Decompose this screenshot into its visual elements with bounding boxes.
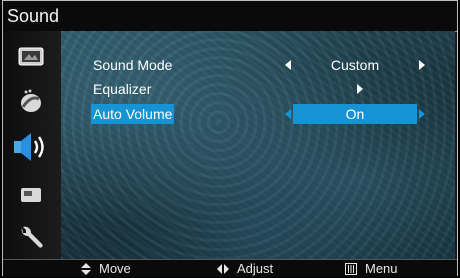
title-bar: Sound	[3, 1, 457, 32]
arrow-left-icon[interactable]	[285, 60, 291, 70]
sidebar-item-color[interactable]	[9, 83, 53, 119]
hint-adjust-label: Adjust	[237, 261, 274, 276]
hint-move-label: Move	[99, 261, 131, 276]
sidebar-item-channel[interactable]	[9, 177, 53, 213]
menu-item-equalizer[interactable]: Equalizer	[61, 79, 455, 99]
menu-item-label: Equalizer	[93, 81, 152, 97]
menu-item-auto-volume[interactable]: Auto Volume On	[61, 104, 455, 124]
arrow-right-icon[interactable]	[419, 60, 425, 70]
sidebar-item-sound[interactable]	[9, 127, 53, 167]
sidebar-item-picture[interactable]	[9, 39, 53, 75]
status-bar: Move Adjust Menu	[3, 259, 457, 277]
menu-item-value: Custom	[330, 57, 380, 73]
hint-menu: Menu	[345, 260, 398, 277]
left-right-arrow-icon	[217, 263, 229, 274]
menu-content: Sound Mode Custom Equalizer Auto Volume …	[61, 31, 455, 259]
arrow-right-icon[interactable]	[357, 84, 363, 94]
window-title: Sound	[7, 6, 60, 26]
wrench-icon	[21, 226, 43, 248]
menu-icon	[345, 262, 357, 275]
menu-item-label: Sound Mode	[93, 57, 173, 73]
value-selector[interactable]: On	[285, 104, 425, 124]
channel-icon	[21, 188, 41, 202]
menu-item-sound-mode[interactable]: Sound Mode Custom	[61, 55, 455, 75]
sidebar-item-setup[interactable]	[9, 219, 53, 255]
arrow-right-icon[interactable]	[419, 109, 425, 119]
menu-item-value: On	[345, 106, 365, 122]
picture-icon	[18, 47, 44, 66]
hint-adjust: Adjust	[217, 260, 273, 277]
speaker-icon	[14, 133, 44, 161]
arrow-left-icon[interactable]	[285, 109, 291, 119]
category-sidebar	[3, 31, 61, 259]
sound-menu-window: Sound Sound Mode Custom Equalizer Auto V…	[2, 0, 458, 277]
menu-item-label: Auto Volume	[91, 104, 175, 124]
up-down-arrow-icon	[81, 262, 91, 275]
hint-menu-label: Menu	[365, 261, 398, 276]
color-ball-icon	[21, 89, 41, 112]
hint-move: Move	[81, 260, 131, 277]
